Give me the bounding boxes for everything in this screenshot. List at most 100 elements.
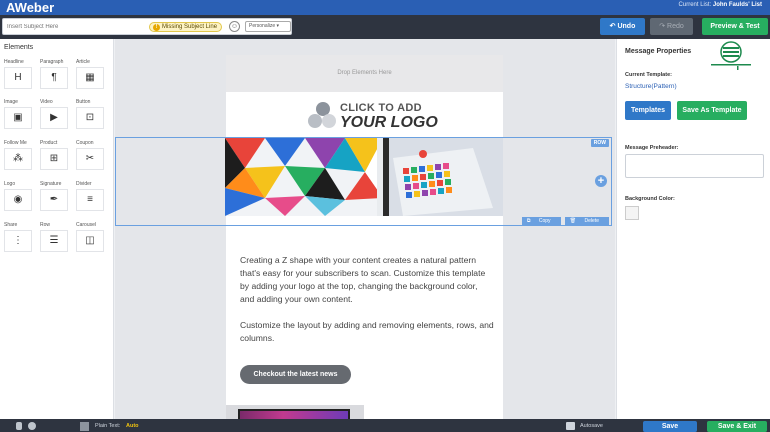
row-icon[interactable]: ☰ bbox=[40, 230, 68, 252]
drop-zone[interactable]: Drop Elements Here bbox=[226, 55, 503, 92]
add-element-icon[interactable]: + bbox=[595, 175, 607, 187]
element-label: Logo bbox=[4, 181, 16, 187]
body-paragraph-2: Customize the layout by adding and remov… bbox=[240, 320, 494, 343]
warning-icon: ! bbox=[153, 24, 160, 31]
article-icon[interactable]: ▦ bbox=[76, 67, 104, 89]
divider-icon[interactable]: ≡ bbox=[76, 189, 104, 211]
email-canvas: Drop Elements Here CLICK TO ADD YOUR LOG… bbox=[115, 39, 615, 419]
product-icon[interactable]: ⊞ bbox=[40, 148, 68, 170]
element-label: Article bbox=[76, 59, 90, 65]
signature-icon[interactable]: ✒ bbox=[40, 189, 68, 211]
element-paragraph[interactable]: Paragraph ¶ bbox=[40, 59, 76, 95]
element-coupon[interactable]: Coupon ✂ bbox=[76, 140, 112, 176]
element-label: Divider bbox=[76, 181, 92, 187]
element-label: Carousel bbox=[76, 222, 97, 228]
personalize-label: Personalize bbox=[249, 23, 276, 29]
undo-label: Undo bbox=[617, 23, 636, 30]
element-carousel[interactable]: Carousel ◫ bbox=[76, 222, 112, 258]
personalize-select[interactable]: Personalize ▾ bbox=[245, 21, 291, 32]
current-template-value: Structure(Pattern) bbox=[625, 83, 677, 90]
heading-icon[interactable]: H bbox=[4, 67, 32, 89]
missing-subject-badge: ! Missing Subject Line bbox=[149, 22, 223, 32]
autosave-icon bbox=[566, 422, 575, 430]
undo-icon: ↶ bbox=[609, 23, 616, 30]
element-label: Share bbox=[4, 222, 18, 228]
element-label: Product bbox=[40, 140, 58, 146]
element-follow-me[interactable]: Follow Me ⁂ bbox=[4, 140, 40, 176]
background-color-label: Background Color: bbox=[625, 196, 675, 202]
save-exit-button[interactable]: Save & Exit bbox=[707, 421, 767, 432]
emoji-icon[interactable]: ☺ bbox=[229, 21, 240, 32]
logo-line1: CLICK TO ADD bbox=[340, 102, 422, 114]
save-button[interactable]: Save bbox=[643, 421, 697, 432]
coupon-icon[interactable]: ✂ bbox=[76, 148, 104, 170]
background-color-swatch[interactable] bbox=[625, 206, 639, 220]
current-list-value[interactable]: John Faulds' List bbox=[713, 2, 762, 8]
app-logo[interactable]: AWeber bbox=[6, 0, 54, 15]
bottom-bar: Plain Text: Auto Autosave Save Save & Ex… bbox=[0, 419, 770, 432]
save-as-template-button[interactable]: Save As Template bbox=[677, 101, 747, 120]
laptop-screen bbox=[238, 409, 350, 419]
subject-input[interactable] bbox=[3, 19, 133, 34]
image-icon[interactable]: ▣ bbox=[4, 107, 32, 129]
logo-icon[interactable]: ◉ bbox=[4, 189, 32, 211]
element-label: Row bbox=[40, 222, 51, 228]
logo-placeholder[interactable]: CLICK TO ADD YOUR LOGO bbox=[226, 92, 503, 137]
top-bar: AWeber Current List: John Faulds' List bbox=[0, 0, 770, 15]
plain-text-mode[interactable]: Auto bbox=[126, 423, 139, 429]
mobile-preview-icon[interactable] bbox=[16, 422, 22, 430]
paragraph-icon[interactable]: ¶ bbox=[40, 67, 68, 89]
share-icon[interactable]: ⋮ bbox=[4, 230, 32, 252]
row-delete-button[interactable]: 🗑 Delete bbox=[564, 217, 609, 226]
element-label: Headline bbox=[4, 59, 24, 65]
properties-panel: Message Properties Current Template: Str… bbox=[616, 39, 770, 419]
element-product[interactable]: Product ⊞ bbox=[40, 140, 76, 176]
missing-subject-label: Missing Subject Line bbox=[162, 24, 218, 30]
elements-panel: Elements Headline H Paragraph ¶ Article … bbox=[0, 39, 114, 419]
element-label: Follow Me bbox=[4, 140, 27, 146]
settings-icon[interactable] bbox=[28, 422, 36, 430]
element-row[interactable]: Row ☰ bbox=[40, 222, 76, 258]
laptop-image[interactable] bbox=[226, 405, 364, 419]
element-label: Video bbox=[40, 99, 53, 105]
follow-me-icon[interactable]: ⁂ bbox=[4, 148, 32, 170]
undo-button[interactable]: ↶ Undo bbox=[600, 18, 645, 35]
element-video[interactable]: Video ▶ bbox=[40, 99, 76, 135]
plain-text-icon[interactable] bbox=[80, 422, 89, 431]
body-paragraph-1: Creating a Z shape with your content cre… bbox=[240, 255, 486, 304]
element-divider[interactable]: Divider ≡ bbox=[76, 181, 112, 217]
element-image[interactable]: Image ▣ bbox=[4, 99, 40, 135]
body-text-block[interactable]: Creating a Z shape with your content cre… bbox=[240, 254, 494, 358]
carousel-icon[interactable]: ◫ bbox=[76, 230, 104, 252]
row-delete-label: Delete bbox=[579, 217, 604, 226]
autosave-label: Autosave bbox=[580, 423, 603, 429]
element-signature[interactable]: Signature ✒ bbox=[40, 181, 76, 217]
editor-toolbar: ! Missing Subject Line ☺ Personalize ▾ ↶… bbox=[0, 15, 770, 39]
element-button[interactable]: Button ⊡ bbox=[76, 99, 112, 135]
properties-title: Message Properties bbox=[625, 48, 692, 55]
video-icon[interactable]: ▶ bbox=[40, 107, 68, 129]
elements-title: Elements bbox=[4, 44, 34, 51]
selected-row-outline[interactable]: ROW + ⧉ Copy 🗑 Delete bbox=[115, 137, 612, 226]
redo-icon: ↷ bbox=[659, 23, 666, 30]
row-copy-button[interactable]: ⧉ Copy bbox=[521, 217, 561, 226]
subject-field-wrapper: ! Missing Subject Line ☺ Personalize ▾ bbox=[2, 18, 292, 35]
element-share[interactable]: Share ⋮ bbox=[4, 222, 40, 258]
cta-button[interactable]: Checkout the latest news bbox=[240, 365, 351, 384]
button-icon[interactable]: ⊡ bbox=[76, 107, 104, 129]
element-label: Image bbox=[4, 99, 18, 105]
current-list-label: Current List: bbox=[678, 2, 712, 8]
preheader-input[interactable] bbox=[625, 154, 764, 178]
redo-button[interactable]: ↷ Redo bbox=[650, 18, 693, 35]
templates-button[interactable]: Templates bbox=[625, 101, 671, 120]
current-list[interactable]: Current List: John Faulds' List bbox=[679, 2, 762, 8]
element-headline[interactable]: Headline H bbox=[4, 59, 40, 95]
row-actions: ⧉ Copy 🗑 Delete bbox=[520, 215, 609, 226]
element-logo[interactable]: Logo ◉ bbox=[4, 181, 40, 217]
plain-text-label: Plain Text: bbox=[95, 423, 121, 429]
logo-circles-icon bbox=[308, 102, 338, 130]
element-article[interactable]: Article ▦ bbox=[76, 59, 112, 95]
row-badge: ROW bbox=[590, 139, 609, 147]
preview-test-button[interactable]: Preview & Test bbox=[702, 18, 768, 35]
email-template: Drop Elements Here CLICK TO ADD YOUR LOG… bbox=[226, 55, 503, 419]
